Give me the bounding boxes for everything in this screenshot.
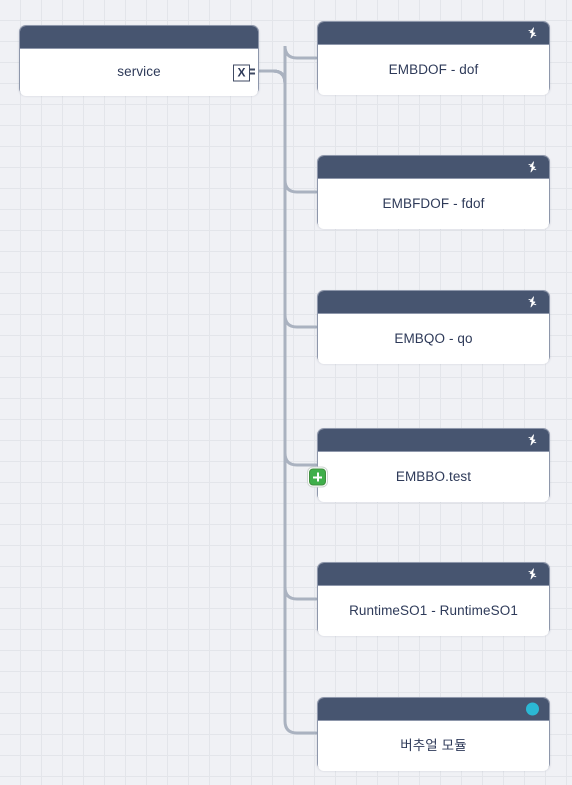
lightning-bolt-icon [526, 296, 539, 309]
node-title: service [117, 64, 161, 80]
node-body: EMBQO - qo [318, 314, 549, 364]
node-2[interactable]: EMBFDOF - fdof [317, 155, 550, 229]
edge-layer [258, 45, 318, 735]
node-body: EMBDOF - dof [318, 45, 549, 95]
node-3[interactable]: EMBQO - qo [317, 290, 550, 364]
node-header [318, 22, 549, 45]
diagram-canvas[interactable]: service X EMBDOF - dof EMBFDOF - fdof EMBQ… [0, 0, 572, 785]
node-header [318, 698, 549, 721]
node-title: EMBBO.test [395, 468, 472, 484]
edge-service-to-node-1 [258, 45, 318, 84]
node-service[interactable]: service X [19, 25, 259, 96]
expand-plus-icon[interactable] [309, 468, 326, 486]
node-header [318, 291, 549, 314]
node-title: 버추얼 모듈 [400, 737, 467, 753]
lightning-bolt-icon [526, 27, 539, 40]
node-body: 버추얼 모듈 [318, 721, 549, 771]
edge-service-to-node-5 [258, 69, 318, 601]
node-header [318, 563, 549, 586]
node-1[interactable]: EMBDOF - dof [317, 21, 550, 95]
node-title: EMBDOF - dof [388, 61, 479, 77]
edge-service-to-node-6 [258, 69, 318, 735]
status-dot-icon [526, 702, 539, 716]
node-header [318, 429, 549, 452]
lightning-bolt-icon [526, 434, 539, 447]
node-4[interactable]: EMBBO.test [309, 428, 550, 502]
status-dot [526, 702, 539, 716]
node-header [318, 156, 549, 179]
edge-service-to-node-2 [258, 69, 318, 194]
node-header [20, 26, 258, 49]
node-title: EMBQO - qo [394, 330, 473, 346]
node-body: service X [20, 49, 258, 96]
node-5[interactable]: RuntimeSO1 - RuntimeSO1 [317, 562, 550, 636]
lightning-bolt-icon [526, 568, 539, 581]
node-6[interactable]: 버추얼 모듈 [317, 697, 550, 771]
node-body: RuntimeSO1 - RuntimeSO1 [318, 586, 549, 636]
node-title: RuntimeSO1 - RuntimeSO1 [349, 602, 518, 618]
close-icon[interactable]: X [233, 64, 255, 81]
node-title: EMBFDOF - fdof [382, 195, 485, 211]
node-body: EMBBO.test [309, 452, 549, 502]
edge-service-to-node-4 [258, 69, 318, 467]
lightning-bolt-icon [526, 161, 539, 174]
close-icon-label: X [237, 65, 246, 80]
edge-service-to-node-3 [258, 69, 318, 329]
node-body: EMBFDOF - fdof [318, 179, 549, 229]
